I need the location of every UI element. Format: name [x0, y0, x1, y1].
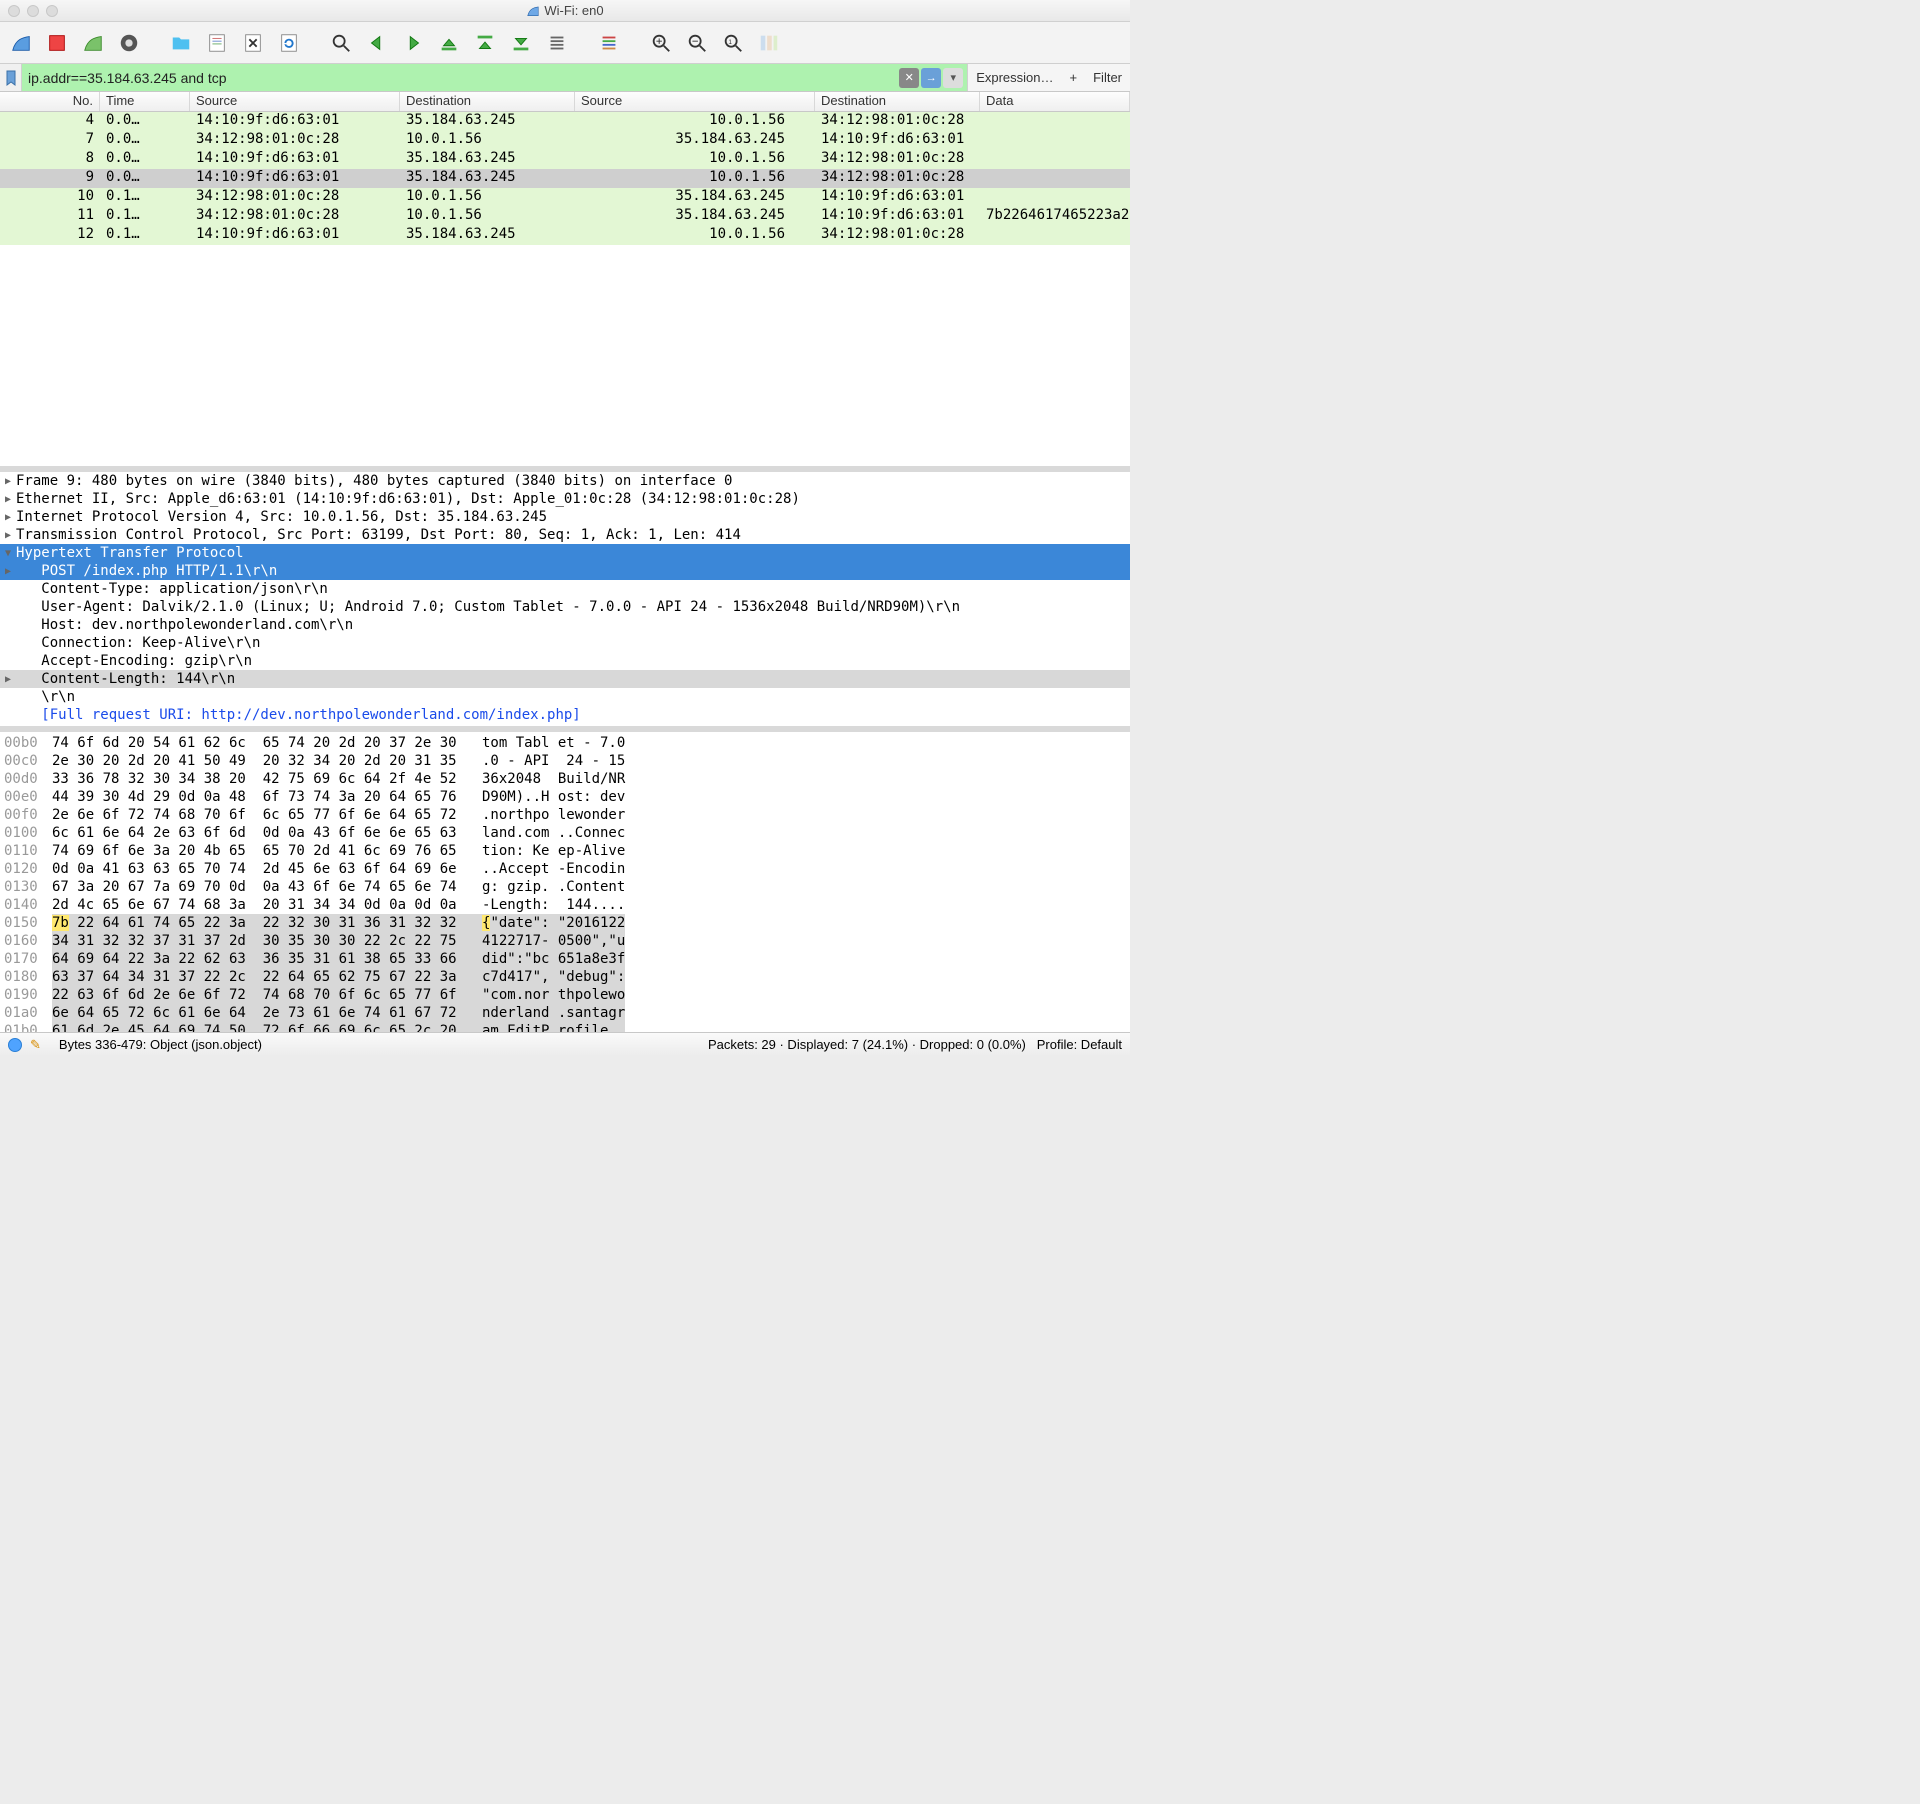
- detail-line[interactable]: ▶ POST /index.php HTTP/1.1\r\n: [0, 562, 1130, 580]
- go-back-button[interactable]: [362, 28, 392, 58]
- hex-row[interactable]: 01402d 4c 65 6e 67 74 68 3a 20 31 34 34 …: [4, 896, 1126, 914]
- hex-row[interactable]: 018063 37 64 34 31 37 22 2c 22 64 65 62 …: [4, 968, 1126, 986]
- detail-line[interactable]: ▶Internet Protocol Version 4, Src: 10.0.…: [0, 508, 1130, 526]
- go-first-button[interactable]: [470, 28, 500, 58]
- table-row[interactable]: 80.0…14:10:9f:d6:63:0135.184.63.24510.0.…: [0, 150, 1130, 169]
- save-file-button[interactable]: [202, 28, 232, 58]
- resize-columns-button[interactable]: [754, 28, 784, 58]
- filter-button[interactable]: Filter: [1093, 70, 1122, 85]
- display-filter-input[interactable]: [22, 64, 895, 91]
- table-row[interactable]: 110.1…34:12:98:01:0c:2810.0.1.5635.184.6…: [0, 207, 1130, 226]
- detail-line[interactable]: ▼Hypertext Transfer Protocol: [0, 544, 1130, 562]
- detail-line[interactable]: Content-Type: application/json\r\n: [0, 580, 1130, 598]
- hex-row[interactable]: 01b061 6d 2e 45 64 69 74 50 72 6f 66 69 …: [4, 1022, 1126, 1032]
- hex-row[interactable]: 00e044 39 30 4d 29 0d 0a 48 6f 73 74 3a …: [4, 788, 1126, 806]
- hex-row[interactable]: 011074 69 6f 6e 3a 20 4b 65 65 70 2d 41 …: [4, 842, 1126, 860]
- auto-scroll-button[interactable]: [542, 28, 572, 58]
- stop-capture-button[interactable]: [42, 28, 72, 58]
- hex-row[interactable]: 01200d 0a 41 63 63 65 70 74 2d 45 6e 63 …: [4, 860, 1126, 878]
- display-filter-bar: ✕ → ▾ Expression… + Filter: [0, 64, 1130, 92]
- add-filter-button[interactable]: +: [1070, 70, 1078, 85]
- detail-line[interactable]: \r\n: [0, 688, 1130, 706]
- hex-row[interactable]: 017064 69 64 22 3a 22 62 63 36 35 31 61 …: [4, 950, 1126, 968]
- column-destination2[interactable]: Destination: [815, 92, 980, 111]
- open-file-button[interactable]: [166, 28, 196, 58]
- detail-line[interactable]: Host: dev.northpolewonderland.com\r\n: [0, 616, 1130, 634]
- hex-row[interactable]: 016034 31 32 32 37 31 37 2d 30 35 30 30 …: [4, 932, 1126, 950]
- column-data[interactable]: Data: [980, 92, 1130, 111]
- detail-line[interactable]: ▶ Content-Length: 144\r\n: [0, 670, 1130, 688]
- titlebar: Wi-Fi: en0: [0, 0, 1130, 22]
- go-to-packet-button[interactable]: [434, 28, 464, 58]
- start-capture-button[interactable]: [6, 28, 36, 58]
- capture-options-button[interactable]: [114, 28, 144, 58]
- close-file-button[interactable]: [238, 28, 268, 58]
- packet-list-header[interactable]: No. Time Source Destination Source Desti…: [0, 92, 1130, 112]
- restart-capture-button[interactable]: [78, 28, 108, 58]
- expert-info-icon[interactable]: [8, 1038, 22, 1052]
- column-source[interactable]: Source: [190, 92, 400, 111]
- wireshark-icon: [526, 4, 540, 18]
- svg-text:1: 1: [728, 38, 732, 45]
- apply-filter-button[interactable]: →: [921, 68, 941, 88]
- zoom-out-button[interactable]: [682, 28, 712, 58]
- zoom-in-button[interactable]: [646, 28, 676, 58]
- go-forward-button[interactable]: [398, 28, 428, 58]
- detail-line[interactable]: [Full request URI: http://dev.northpolew…: [0, 706, 1130, 724]
- hex-row[interactable]: 00d033 36 78 32 30 34 38 20 42 75 69 6c …: [4, 770, 1126, 788]
- detail-line[interactable]: User-Agent: Dalvik/2.1.0 (Linux; U; Andr…: [0, 598, 1130, 616]
- status-selection: Bytes 336-479: Object (json.object): [59, 1037, 708, 1052]
- hex-row[interactable]: 01006c 61 6e 64 2e 63 6f 6d 0d 0a 43 6f …: [4, 824, 1126, 842]
- hex-row[interactable]: 013067 3a 20 67 7a 69 70 0d 0a 43 6f 6e …: [4, 878, 1126, 896]
- table-row[interactable]: 40.0…14:10:9f:d6:63:0135.184.63.24510.0.…: [0, 112, 1130, 131]
- packet-bytes-pane[interactable]: 00b074 6f 6d 20 54 61 62 6c 65 74 20 2d …: [0, 732, 1130, 1032]
- hex-row[interactable]: 00f02e 6e 6f 72 74 68 70 6f 6c 65 77 6f …: [4, 806, 1126, 824]
- edit-icon[interactable]: ✎: [30, 1037, 41, 1053]
- detail-line[interactable]: ▶Frame 9: 480 bytes on wire (3840 bits),…: [0, 472, 1130, 490]
- packet-list-pane[interactable]: No. Time Source Destination Source Desti…: [0, 92, 1130, 472]
- detail-line[interactable]: ▶Transmission Control Protocol, Src Port…: [0, 526, 1130, 544]
- column-time[interactable]: Time: [100, 92, 190, 111]
- filter-history-button[interactable]: ▾: [943, 68, 963, 88]
- hex-row[interactable]: 01507b 22 64 61 74 65 22 3a 22 32 30 31 …: [4, 914, 1126, 932]
- detail-line[interactable]: Accept-Encoding: gzip\r\n: [0, 652, 1130, 670]
- table-row[interactable]: 70.0…34:12:98:01:0c:2810.0.1.5635.184.63…: [0, 131, 1130, 150]
- expression-button[interactable]: Expression…: [976, 70, 1053, 85]
- status-packets: Packets: 29 · Displayed: 7 (24.1%) · Dro…: [708, 1037, 1026, 1052]
- hex-row[interactable]: 019022 63 6f 6d 2e 6e 6f 72 74 68 70 6f …: [4, 986, 1126, 1004]
- table-row[interactable]: 90.0…14:10:9f:d6:63:0135.184.63.24510.0.…: [0, 169, 1130, 188]
- detail-line[interactable]: ▶Ethernet II, Src: Apple_d6:63:01 (14:10…: [0, 490, 1130, 508]
- hex-row[interactable]: 00c02e 30 20 2d 20 41 50 49 20 32 34 20 …: [4, 752, 1126, 770]
- packet-details-pane[interactable]: ▶Frame 9: 480 bytes on wire (3840 bits),…: [0, 472, 1130, 732]
- window-title: Wi-Fi: en0: [544, 3, 603, 18]
- find-packet-button[interactable]: [326, 28, 356, 58]
- status-profile[interactable]: Profile: Default: [1037, 1037, 1122, 1052]
- go-last-button[interactable]: [506, 28, 536, 58]
- column-destination[interactable]: Destination: [400, 92, 575, 111]
- reload-file-button[interactable]: [274, 28, 304, 58]
- clear-filter-button[interactable]: ✕: [899, 68, 919, 88]
- zoom-reset-button[interactable]: 1: [718, 28, 748, 58]
- status-bar: ✎ Bytes 336-479: Object (json.object) Pa…: [0, 1032, 1130, 1056]
- colorize-button[interactable]: [594, 28, 624, 58]
- hex-row[interactable]: 01a06e 64 65 72 6c 61 6e 64 2e 73 61 6e …: [4, 1004, 1126, 1022]
- table-row[interactable]: 100.1…34:12:98:01:0c:2810.0.1.5635.184.6…: [0, 188, 1130, 207]
- column-source2[interactable]: Source: [575, 92, 815, 111]
- column-no[interactable]: No.: [0, 92, 100, 111]
- table-row[interactable]: 120.1…14:10:9f:d6:63:0135.184.63.24510.0…: [0, 226, 1130, 245]
- filter-bookmark-icon[interactable]: [0, 64, 22, 91]
- hex-row[interactable]: 00b074 6f 6d 20 54 61 62 6c 65 74 20 2d …: [4, 734, 1126, 752]
- detail-line[interactable]: Connection: Keep-Alive\r\n: [0, 634, 1130, 652]
- main-toolbar: 1: [0, 22, 1130, 64]
